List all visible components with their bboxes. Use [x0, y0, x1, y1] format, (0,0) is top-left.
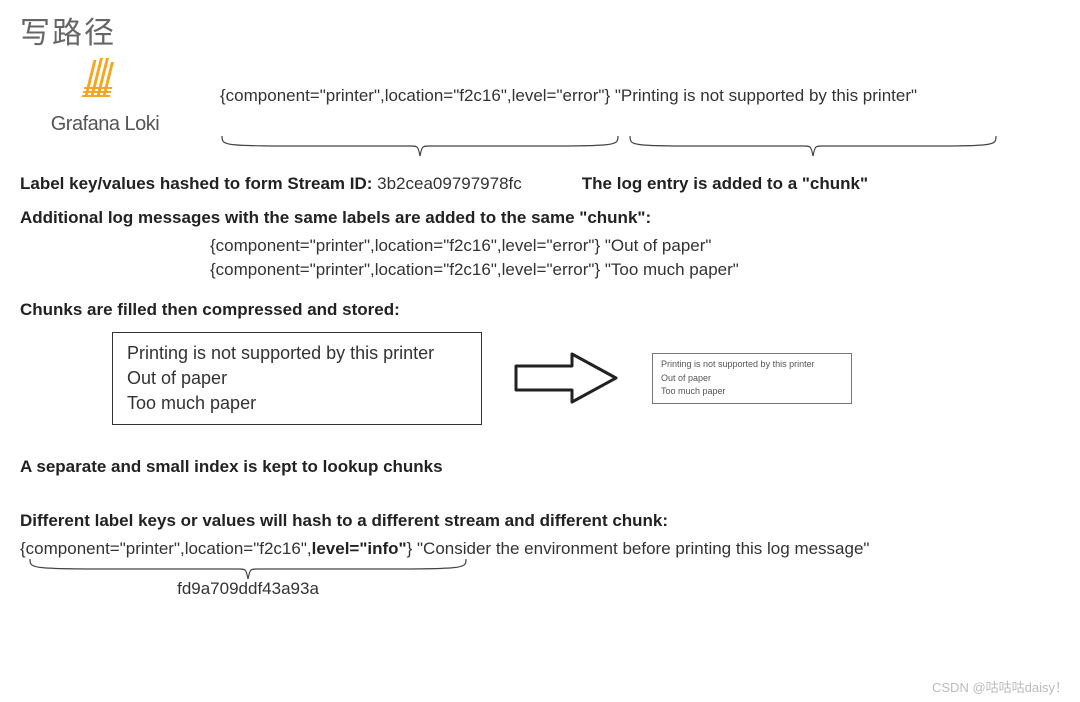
chunk-box-large: Printing is not supported by this printe…: [112, 332, 482, 426]
chunk-added-label: The log entry is added to a "chunk": [582, 174, 868, 194]
brace-left-icon: [220, 134, 620, 160]
compress-header: Chunks are filled then compressed and st…: [20, 300, 1060, 320]
watermark: CSDN @咕咕咕daisy！: [932, 677, 1068, 696]
chunk-small-line-3: Too much paper: [661, 385, 843, 399]
index-note: A separate and small index is kept to lo…: [20, 457, 1060, 477]
compress-illustration: Printing is not supported by this printe…: [112, 332, 1060, 426]
chunk-box-small: Printing is not supported by this printe…: [652, 353, 852, 404]
arrow-right-icon: [512, 348, 622, 408]
chunk-big-line-2: Out of paper: [127, 366, 467, 391]
stream-id-label: Label key/values hashed to form Stream I…: [20, 174, 372, 193]
brand-text: Grafana Loki: [20, 113, 190, 136]
chunk-big-line-1: Printing is not supported by this printe…: [127, 341, 467, 366]
diff-log-level: level="info": [312, 539, 407, 558]
diff-log-line: {component="printer",location="f2c16",le…: [20, 539, 1060, 559]
brace-right-icon: [628, 134, 998, 160]
same-chunk-header: Additional log messages with the same la…: [20, 208, 1060, 228]
chunk-small-line-1: Printing is not supported by this printe…: [661, 358, 843, 372]
grafana-loki-logo: Grafana Loki: [20, 56, 190, 136]
header-row: Grafana Loki {component="printer",locati…: [20, 56, 1060, 136]
example-log-line: {component="printer",location="f2c16",le…: [220, 86, 917, 106]
log-too-much-paper: {component="printer",location="f2c16",le…: [210, 258, 1060, 282]
page-title-cn: 写路径: [20, 8, 1060, 52]
stream-id-row: Label key/values hashed to form Stream I…: [20, 174, 1060, 194]
chunk-small-line-2: Out of paper: [661, 372, 843, 386]
diff-log-pre: {component="printer",location="f2c16",: [20, 539, 312, 558]
stream-id-value: 3b2cea09797978fc: [377, 174, 522, 193]
loki-icon: [78, 56, 132, 102]
log-out-of-paper: {component="printer",location="f2c16",le…: [210, 234, 1060, 258]
brace-annotations: [220, 134, 1060, 160]
same-chunk-logs: {component="printer",location="f2c16",le…: [210, 234, 1060, 282]
diff-stream-header: Different label keys or values will hash…: [20, 511, 1060, 531]
diff-log-post: } "Consider the environment before print…: [407, 539, 870, 558]
diff-stream-hash: fd9a709ddf43a93a: [28, 579, 468, 599]
chunk-big-line-3: Too much paper: [127, 391, 467, 416]
